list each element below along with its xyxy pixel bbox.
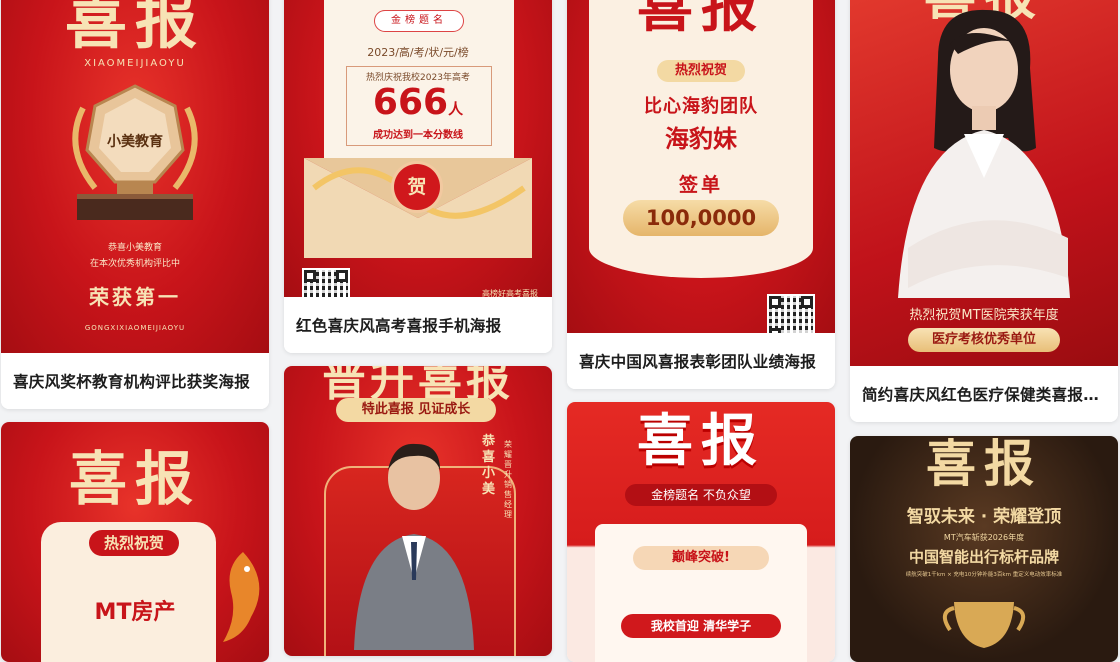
poster-number-row: 666人 [284,82,552,123]
person-photo [868,0,1098,298]
poster-name: 海豹妹 [665,125,737,153]
poster-tag: 金榜题名 [374,10,464,32]
poster-image: 喜报 金榜题名 不负众望 巅峰突破! 我校首迎 清华学子 [567,402,835,662]
poster-ribbon: 巅峰突破! [633,546,769,570]
template-card-4[interactable]: 喜报 热烈祝贺MT医院荣获年度 医疗考核优秀单位 简约喜庆风红色医疗保健类喜报海… [850,0,1118,422]
template-card-7[interactable]: 喜报 金榜题名 不负众望 巅峰突破! 我校首迎 清华学子 [567,402,835,662]
poster-headline: 喜报 [637,408,765,474]
poster-headline: 喜报 [637,0,765,40]
poster-team: 比心海豹团队 [644,96,758,117]
poster-headline: 喜报 [926,436,1042,493]
template-card-2[interactable]: 金榜题名 2023/高/考/状/元/榜 热烈庆祝我校2023年高考 666人 成… [284,0,552,353]
trophy-text: 小美教育 [107,134,163,150]
poster-slogan: 智驭未来 · 荣耀登顶 [906,507,1062,527]
poster-footer: 高榜好高考喜报 [482,289,538,297]
qr-code [767,294,815,333]
card-caption: 简约喜庆风红色医疗保健类喜报海报 [850,366,1118,422]
template-card-3[interactable]: 喜报 热烈祝贺 比心海豹团队 海豹妹 签单 100,0000 喜庆中国风喜报表彰… [567,0,835,389]
poster-headline: 喜报 [64,0,205,57]
poster-line-2: 在本次优秀机构评比中 [89,259,180,269]
poster-subline: XIAOMEIJIAOYU [84,58,186,69]
poster-image: 喜报 热烈祝贺 比心海豹团队 海豹妹 签单 100,0000 [567,0,835,333]
poster-image: 喜报 XIAOMEIJIAOYU 小美教育 恭喜小美教育 在本次优秀机构评比中 … [1,0,269,353]
poster-line-1: 恭喜小美教育 [107,243,162,253]
card-caption: 红色喜庆风高考喜报手机海报 [284,297,552,353]
template-card-5[interactable]: 喜报 热烈祝贺 MT房产 [1,422,269,662]
poster-image: 喜报 热烈祝贺MT医院荣获年度 医疗考核优秀单位 [850,0,1118,366]
poster-image: 晋升喜报 特此喜报 见证成长 恭喜小美 荣耀晋升销售经理 [284,366,552,656]
poster-line-1: 我校首迎 清华学子 [621,614,781,638]
poster-footer: GONGXIXIAOMEIJIAOYU [84,324,186,332]
poster-tag: 热烈祝贺 [657,60,745,82]
poster-title: 中国智能出行标杆品牌 [908,548,1059,566]
seal: 贺 [394,164,440,210]
poster-name: 恭喜小美 [482,434,496,497]
template-card-6[interactable]: 晋升喜报 特此喜报 见证成长 恭喜小美 荣耀晋升销售经理 [284,366,552,656]
poster-image: 喜报 热烈祝贺 MT房产 [1,422,269,662]
poster-headline: 喜报 [68,445,201,513]
poster-role: 荣耀晋升销售经理 [504,440,512,519]
poster-image: 金榜题名 2023/高/考/状/元/榜 热烈庆祝我校2023年高考 666人 成… [284,0,552,297]
poster-small: MT汽车斩获2026年度 [943,533,1025,542]
poster-award: 医疗考核优秀单位 [908,328,1060,352]
poster-number: 666 [372,82,449,123]
trophy-icon [55,78,215,228]
poster-tiny: 续航突破1千km × 充电10分钟补能3百km 重定义电动效率标准 [905,572,1063,578]
person-photo [344,430,484,650]
poster-image: 喜报 智驭未来 · 荣耀登顶 MT汽车斩获2026年度 中国智能出行标杆品牌 续… [850,436,1118,662]
template-card-1[interactable]: 喜报 XIAOMEIJIAOYU 小美教育 恭喜小美教育 在本次优秀机构评比中 … [1,0,269,409]
poster-award: 荣获第一 [89,285,181,309]
poster-unit: 人 [448,100,464,118]
poster-amount: 100,0000 [623,200,779,236]
poster-banner: 金榜题名 不负众望 [625,484,777,506]
card-caption: 喜庆中国风喜报表彰团队业绩海报 [567,333,835,389]
poster-label: 签单 [678,174,723,196]
poster-line-2: 成功达到一本分数线 [373,130,463,141]
poster-banner: 特此喜报 见证成长 [336,398,496,422]
card-caption: 喜庆风奖杯教育机构评比获奖海报 [1,353,269,409]
koi-fish-icon [213,547,269,647]
notebook-card [595,524,807,662]
qr-code [302,268,350,297]
template-card-8[interactable]: 喜报 智驭未来 · 荣耀登顶 MT汽车斩获2026年度 中国智能出行标杆品牌 续… [850,436,1118,662]
poster-tag: 热烈祝贺 [89,530,179,556]
poster-year-line: 2023/高/考/状/元/榜 [367,46,469,59]
poster-line-1: 热烈祝贺MT医院荣获年度 [909,308,1059,323]
trophy-icon [934,592,1034,652]
